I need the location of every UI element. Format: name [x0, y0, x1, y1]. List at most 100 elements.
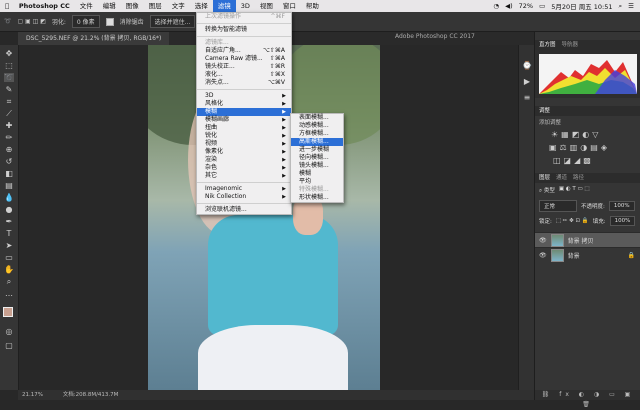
selection-mode-icons[interactable]: ▢ ▣ ◫ ◩ — [17, 18, 45, 25]
menu-type[interactable]: 文字 — [167, 0, 190, 12]
filter-menu-item[interactable]: 转换为智能滤镜 — [197, 26, 291, 34]
opacity-input[interactable]: 100% — [608, 201, 635, 211]
blur-submenu-item[interactable]: 特殊模糊... — [291, 186, 343, 194]
dodge-tool-icon[interactable]: ● — [4, 205, 14, 214]
move-tool-icon[interactable]: ✥ — [4, 49, 14, 58]
tab-adjustments[interactable]: 调整 — [539, 106, 550, 116]
zoom-level[interactable]: 21.17% — [18, 392, 43, 398]
type-tool-icon[interactable]: T — [4, 229, 14, 238]
filter-menu-item[interactable]: 视频 ▶ — [197, 140, 291, 148]
filter-menu-item[interactable]: 滤镜库... — [197, 39, 291, 47]
actions-panel-icon[interactable]: ▶ — [522, 77, 532, 86]
filter-menu-item[interactable]: 浏览联机滤镜... — [197, 206, 291, 214]
adjustment-icons-row-3[interactable]: ◫◪◢▩ — [535, 154, 640, 167]
filter-menu-item[interactable]: 渲染 ▶ — [197, 156, 291, 164]
blur-submenu-item[interactable]: 方框模糊... — [291, 130, 343, 138]
clock[interactable]: 5月20日 周五 10:51 — [551, 1, 612, 11]
hand-tool-icon[interactable]: ✋ — [4, 265, 14, 274]
tab-histogram[interactable]: 直方图 — [539, 40, 556, 50]
feather-input[interactable]: 0 像素 — [71, 15, 100, 28]
filter-menu-item[interactable]: 液化... ⇧⌘X — [197, 71, 291, 79]
clone-stamp-icon[interactable]: ⊕ — [4, 145, 14, 154]
filter-menu-item[interactable]: 镜头校正... ⇧⌘R — [197, 63, 291, 71]
menu-3d[interactable]: 3D — [236, 0, 255, 12]
menu-window[interactable]: 窗口 — [278, 0, 301, 12]
filter-menu-item[interactable]: 自适应广角... ⌥⇧⌘A — [197, 47, 291, 55]
filter-menu-item[interactable]: 模糊 ▶ — [197, 108, 291, 116]
menu-file[interactable]: 文件 — [75, 0, 98, 12]
menu-filter[interactable]: 滤镜 — [212, 0, 236, 12]
shape-tool-icon[interactable]: ▭ — [4, 253, 14, 262]
brush-tool-icon[interactable]: ✏ — [4, 133, 14, 142]
eraser-icon[interactable]: ◧ — [4, 169, 14, 178]
filter-menu-item[interactable]: 像素化 ▶ — [197, 148, 291, 156]
battery-icon[interactable]: ▭ — [539, 2, 545, 10]
lasso-tool-icon[interactable]: ➰ — [4, 73, 14, 82]
eyedropper-icon[interactable]: ⟋ — [4, 109, 14, 118]
list-icon[interactable]: ☰ — [628, 2, 634, 10]
eye-icon[interactable]: 👁 — [539, 237, 547, 244]
crop-tool-icon[interactable]: ⌗ — [4, 97, 14, 106]
tab-paths[interactable]: 路径 — [573, 173, 584, 183]
anti-alias-checkbox[interactable] — [105, 17, 114, 26]
filter-menu-item[interactable]: 其它 ▶ — [197, 172, 291, 180]
history-brush-icon[interactable]: ↺ — [4, 157, 14, 166]
adjustment-icons-row-2[interactable]: ▣⚖▥◑▤◈ — [535, 141, 640, 154]
screen-mode-icon[interactable]: ▢ — [4, 341, 14, 350]
blur-submenu-item[interactable]: 模糊 — [291, 170, 343, 178]
blur-tool-icon[interactable]: 💧 — [4, 193, 14, 202]
blur-submenu-item[interactable]: 镜头模糊... — [291, 162, 343, 170]
layers-footer-icons[interactable]: ⛓ fx ◐ ◑ ▭ ▣ 🗑 — [535, 390, 640, 408]
volume-icon[interactable]: ◀) — [505, 2, 513, 10]
healing-brush-icon[interactable]: ✚ — [4, 121, 14, 130]
marquee-tool-icon[interactable]: ⬚ — [4, 61, 14, 70]
menu-image[interactable]: 图像 — [121, 0, 144, 12]
filter-menu-item[interactable]: 风格化 ▶ — [197, 100, 291, 108]
path-select-icon[interactable]: ➤ — [4, 241, 14, 250]
filter-menu-item[interactable]: 锐化 ▶ — [197, 132, 291, 140]
layer-row[interactable]: 👁 背景 拷贝 — [535, 232, 640, 247]
filter-kind-icon[interactable]: ⌕ 类型 — [539, 186, 555, 195]
fill-input[interactable]: 100% — [609, 216, 636, 226]
quick-select-icon[interactable]: ✎ — [4, 85, 14, 94]
search-icon[interactable]: ⌕ — [619, 2, 623, 11]
filter-icons[interactable]: ▣ ◐ T ▭ ⬚ — [559, 186, 590, 195]
blur-submenu-item[interactable]: 进一步模糊 — [291, 146, 343, 154]
history-panel-icon[interactable]: ⌚ — [522, 61, 532, 70]
blur-submenu-item[interactable]: 高斯模糊... — [291, 138, 343, 146]
filter-menu-item[interactable]: Imagenomic ▶ — [197, 185, 291, 193]
filter-menu-item[interactable]: 消失点... ⌥⌘V — [197, 79, 291, 87]
zoom-tool-icon[interactable]: ⌕ — [4, 277, 14, 286]
layer-row[interactable]: 👁 背景 🔒 — [535, 247, 640, 262]
filter-menu-item[interactable]: Nik Collection ▶ — [197, 193, 291, 201]
wifi-icon[interactable]: ◔ — [493, 2, 499, 10]
menu-select[interactable]: 选择 — [190, 0, 213, 12]
adjustment-icons-row-1[interactable]: ☀▦◩◐▽ — [535, 128, 640, 141]
pen-tool-icon[interactable]: ✒ — [4, 217, 14, 226]
filter-menu-item[interactable]: Camera Raw 滤镜... ⇧⌘A — [197, 55, 291, 63]
document-tab[interactable]: DSC_5295.NEF @ 21.2% (背景 拷贝, RGB/16*) — [18, 32, 170, 45]
filter-menu-item[interactable]: 上次滤镜操作 ^⌘F — [197, 13, 291, 21]
filter-menu-item[interactable]: 扭曲 ▶ — [197, 124, 291, 132]
filter-menu-item[interactable]: 杂色 ▶ — [197, 164, 291, 172]
blur-submenu-item[interactable]: 表面模糊... — [291, 114, 343, 122]
layer-filter-row[interactable]: ⌕ 类型 ▣ ◐ T ▭ ⬚ — [535, 183, 640, 198]
gradient-tool-icon[interactable]: ▤ — [4, 181, 14, 190]
lock-icons[interactable]: ⬚ ✏ ✥ ⊡ 🔒 — [556, 218, 589, 224]
quick-mask-icon[interactable]: ◎ — [4, 327, 14, 336]
more-tools-icon[interactable]: … — [4, 289, 14, 298]
menu-edit[interactable]: 编辑 — [98, 0, 121, 12]
filter-menu-item[interactable]: 模糊画廊 ▶ — [197, 116, 291, 124]
apple-icon[interactable]:  — [0, 0, 14, 12]
select-and-mask-button[interactable]: 选择并遮住... — [149, 15, 196, 28]
eye-icon[interactable]: 👁 — [539, 252, 547, 259]
tab-channels[interactable]: 通道 — [556, 173, 567, 183]
menu-photoshop[interactable]: Photoshop CC — [14, 0, 75, 12]
blur-submenu-item[interactable]: 径向模糊... — [291, 154, 343, 162]
menu-layer[interactable]: 图层 — [144, 0, 167, 12]
tab-navigator[interactable]: 导航器 — [562, 40, 579, 50]
blur-submenu-item[interactable]: 形状模糊... — [291, 194, 343, 202]
filter-menu-item[interactable]: 3D ▶ — [197, 92, 291, 100]
lasso-tool-icon[interactable]: ➰ — [4, 18, 11, 25]
menu-view[interactable]: 视图 — [255, 0, 278, 12]
